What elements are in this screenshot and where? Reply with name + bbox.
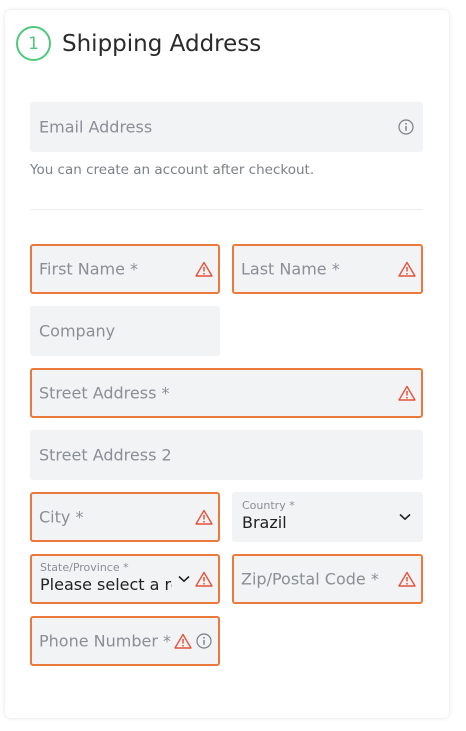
info-icon[interactable] — [398, 119, 414, 135]
phone-number-placeholder: Phone Number * — [39, 631, 172, 651]
first-name-placeholder: First Name * — [39, 259, 139, 279]
state-label: State/Province * — [40, 561, 129, 574]
street-address-placeholder: Street Address * — [39, 383, 170, 403]
city-field[interactable]: City * — [30, 492, 220, 542]
warning-icon — [195, 509, 213, 525]
first-name-field[interactable]: First Name * — [30, 244, 220, 294]
street-address-field[interactable]: Street Address * — [30, 368, 423, 418]
country-select[interactable]: Country * Brazil — [232, 492, 423, 542]
email-field[interactable]: Email Address — [30, 102, 423, 152]
state-select[interactable]: State/Province * Please select a region — [30, 554, 220, 604]
company-placeholder: Company — [39, 321, 116, 341]
divider — [30, 209, 423, 210]
city-placeholder: City * — [39, 507, 84, 527]
section-header: 1 Shipping Address — [16, 26, 261, 61]
warning-icon — [174, 633, 192, 649]
company-field[interactable]: Company — [30, 306, 220, 356]
warning-icon — [398, 571, 416, 587]
section-title: Shipping Address — [62, 30, 262, 57]
street-address-2-placeholder: Street Address 2 — [39, 445, 172, 465]
chevron-down-icon — [399, 513, 411, 521]
email-placeholder: Email Address — [39, 117, 153, 137]
country-value: Brazil — [242, 513, 287, 532]
country-label: Country * — [242, 499, 295, 512]
warning-icon — [195, 571, 213, 587]
warning-icon — [195, 261, 213, 277]
state-value: Please select a region — [40, 575, 172, 594]
street-address-2-field[interactable]: Street Address 2 — [30, 430, 423, 480]
zip-code-field[interactable]: Zip/Postal Code * — [232, 554, 423, 604]
last-name-field[interactable]: Last Name * — [232, 244, 423, 294]
email-helper-text: You can create an account after checkout… — [30, 162, 315, 178]
chevron-down-icon — [178, 575, 190, 583]
warning-icon — [398, 261, 416, 277]
info-icon[interactable] — [196, 633, 212, 649]
last-name-placeholder: Last Name * — [241, 259, 340, 279]
step-number-badge: 1 — [16, 26, 51, 61]
zip-code-placeholder: Zip/Postal Code * — [241, 569, 379, 589]
phone-number-field[interactable]: Phone Number * — [30, 616, 220, 666]
warning-icon — [398, 385, 416, 401]
